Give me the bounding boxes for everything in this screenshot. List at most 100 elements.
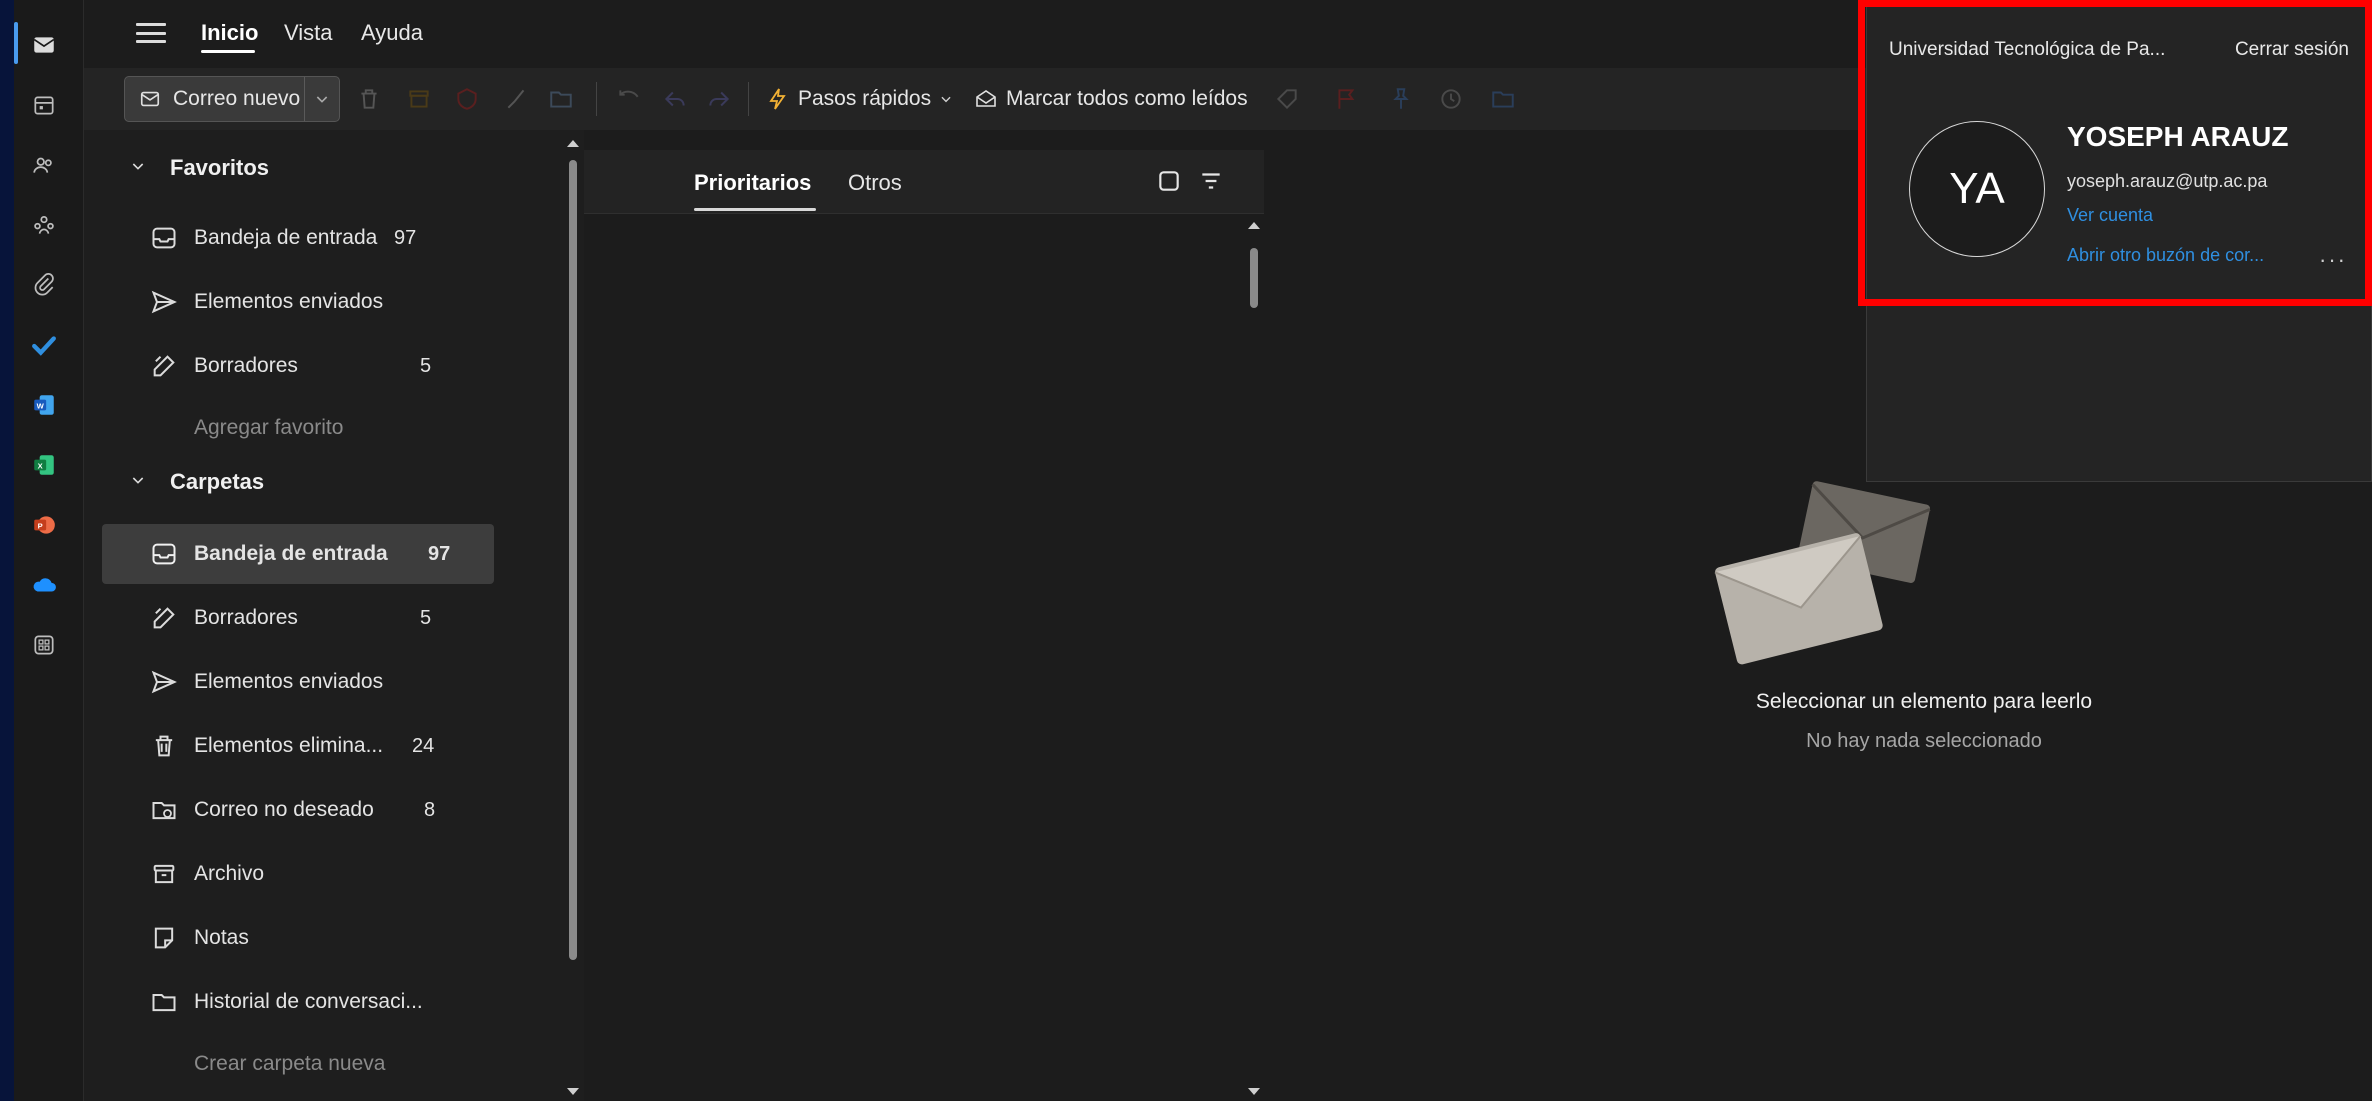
folder-label: Bandeja de entrada xyxy=(194,542,388,565)
quick-steps-button[interactable]: Pasos rápidos xyxy=(766,82,953,116)
new-mail-dropdown[interactable] xyxy=(305,91,339,107)
lightning-icon xyxy=(769,88,786,110)
add-favorite-label: Agregar favorito xyxy=(194,416,344,439)
tab-other[interactable]: Otros xyxy=(848,170,902,196)
snooze-icon[interactable] xyxy=(1436,84,1466,114)
scroll-up-arrow[interactable] xyxy=(1248,222,1260,229)
folder-conversation-history[interactable]: Historial de conversaci... xyxy=(102,972,494,1032)
folder-label: Bandeja de entrada xyxy=(194,226,378,249)
draft-count: 5 xyxy=(420,606,432,629)
folder-label: Elementos enviados xyxy=(194,670,384,693)
note-icon xyxy=(150,924,178,952)
tab-focused[interactable]: Prioritarios xyxy=(694,170,811,196)
create-folder-link[interactable]: Crear carpeta nueva xyxy=(102,1034,494,1094)
chevron-down-icon xyxy=(132,163,144,170)
quick-steps-label: Pasos rápidos xyxy=(798,87,932,110)
folder-label: Correo no deseado xyxy=(194,798,374,821)
move-to-icon[interactable] xyxy=(546,84,576,114)
menu-active-underline xyxy=(201,50,255,53)
menu-inicio[interactable]: Inicio xyxy=(201,20,258,46)
unread-count: 97 xyxy=(394,226,417,249)
svg-text:P: P xyxy=(38,521,43,530)
select-icon[interactable] xyxy=(1156,168,1182,194)
send-icon xyxy=(150,288,178,316)
folder-label: Borradores xyxy=(194,606,298,629)
message-scrollbar[interactable] xyxy=(1250,248,1258,308)
report-icon[interactable] xyxy=(452,84,482,114)
mark-all-read-button[interactable]: Marcar todos como leídos xyxy=(974,82,1248,116)
new-mail-main[interactable]: Correo nuevo xyxy=(125,77,305,121)
hamburger-menu-icon[interactable] xyxy=(136,20,166,46)
toolbar-separator xyxy=(596,82,597,116)
red-highlight-box xyxy=(1858,0,2372,306)
folder-notes[interactable]: Notas xyxy=(102,908,494,968)
scroll-down-arrow[interactable] xyxy=(567,1088,579,1095)
more-apps-icon[interactable] xyxy=(27,628,61,662)
delete-icon[interactable] xyxy=(354,84,384,114)
junk-icon xyxy=(150,796,178,824)
calendar-icon[interactable] xyxy=(27,88,61,122)
trash-icon xyxy=(150,732,178,760)
mail-icon[interactable] xyxy=(27,28,61,62)
people-icon[interactable] xyxy=(27,148,61,182)
item-count: 24 xyxy=(412,734,435,757)
drafts-icon xyxy=(150,352,178,380)
rules-icon[interactable] xyxy=(1488,84,1518,114)
empty-state-title: Seleccionar un elemento para leerlo xyxy=(1755,690,2093,713)
favorite-inbox[interactable]: Bandeja de entrada 97 xyxy=(102,208,494,268)
undo-icon[interactable] xyxy=(614,84,644,114)
folder-deleted[interactable]: Elementos elimina... 24 xyxy=(102,716,494,776)
onedrive-icon[interactable] xyxy=(27,568,61,602)
groups-icon[interactable] xyxy=(27,208,61,242)
send-icon xyxy=(150,668,178,696)
inbox-icon xyxy=(150,540,178,568)
message-list: Prioritarios Otros xyxy=(584,130,1264,1101)
open-envelope-icon xyxy=(976,90,996,107)
sweep-icon[interactable] xyxy=(502,84,532,114)
drafts-icon xyxy=(150,604,178,632)
create-folder-label: Crear carpeta nueva xyxy=(194,1052,386,1075)
favorite-sent[interactable]: Elementos enviados xyxy=(102,272,494,332)
favorite-drafts[interactable]: Borradores 5 xyxy=(102,336,494,396)
menu-vista[interactable]: Vista xyxy=(284,20,333,46)
tag-icon[interactable] xyxy=(1272,84,1302,114)
chevron-down-icon xyxy=(132,477,144,484)
powerpoint-icon[interactable]: P xyxy=(27,508,61,542)
folder-junk[interactable]: Correo no deseado 8 xyxy=(102,780,494,840)
empty-state-subtitle: No hay nada seleccionado xyxy=(1806,730,2042,752)
attachment-icon[interactable] xyxy=(27,268,61,302)
app-rail: W X P xyxy=(14,0,84,1101)
chevron-down-icon xyxy=(316,96,328,103)
folder-drafts[interactable]: Borradores 5 xyxy=(102,588,494,648)
archive-icon xyxy=(150,860,178,888)
pin-icon[interactable] xyxy=(1386,84,1416,114)
folder-pane: Favoritos Bandeja de entrada 97 Elemento… xyxy=(84,130,584,1101)
svg-text:W: W xyxy=(37,401,45,410)
add-favorite-link[interactable]: Agregar favorito xyxy=(102,398,494,458)
new-mail-icon xyxy=(140,91,160,107)
forward-icon[interactable] xyxy=(704,84,734,114)
flag-icon[interactable] xyxy=(1332,84,1362,114)
menu-bar: Inicio Vista Ayuda xyxy=(84,0,1884,68)
toolbar-separator xyxy=(748,82,749,116)
archive-toolbar-icon[interactable] xyxy=(404,84,434,114)
folder-archive[interactable]: Archivo xyxy=(102,844,494,904)
filter-icon[interactable] xyxy=(1198,168,1224,194)
favorites-header[interactable]: Favoritos xyxy=(84,146,524,190)
excel-icon[interactable]: X xyxy=(27,448,61,482)
envelopes-illustration xyxy=(1714,481,1931,665)
reply-icon[interactable] xyxy=(660,84,690,114)
folders-header[interactable]: Carpetas xyxy=(84,460,524,504)
scroll-up-arrow[interactable] xyxy=(567,140,579,147)
tab-active-underline xyxy=(694,208,816,211)
folder-inbox[interactable]: Bandeja de entrada 97 xyxy=(102,524,494,584)
message-tabs: Prioritarios Otros xyxy=(584,150,1264,214)
scroll-down-arrow[interactable] xyxy=(1248,1088,1260,1095)
folder-scrollbar[interactable] xyxy=(569,160,577,960)
menu-ayuda[interactable]: Ayuda xyxy=(361,20,423,46)
word-icon[interactable]: W xyxy=(27,388,61,422)
todo-icon[interactable] xyxy=(27,328,61,362)
new-mail-button[interactable]: Correo nuevo xyxy=(124,76,340,122)
folder-icon xyxy=(150,988,178,1016)
folder-sent[interactable]: Elementos enviados xyxy=(102,652,494,712)
